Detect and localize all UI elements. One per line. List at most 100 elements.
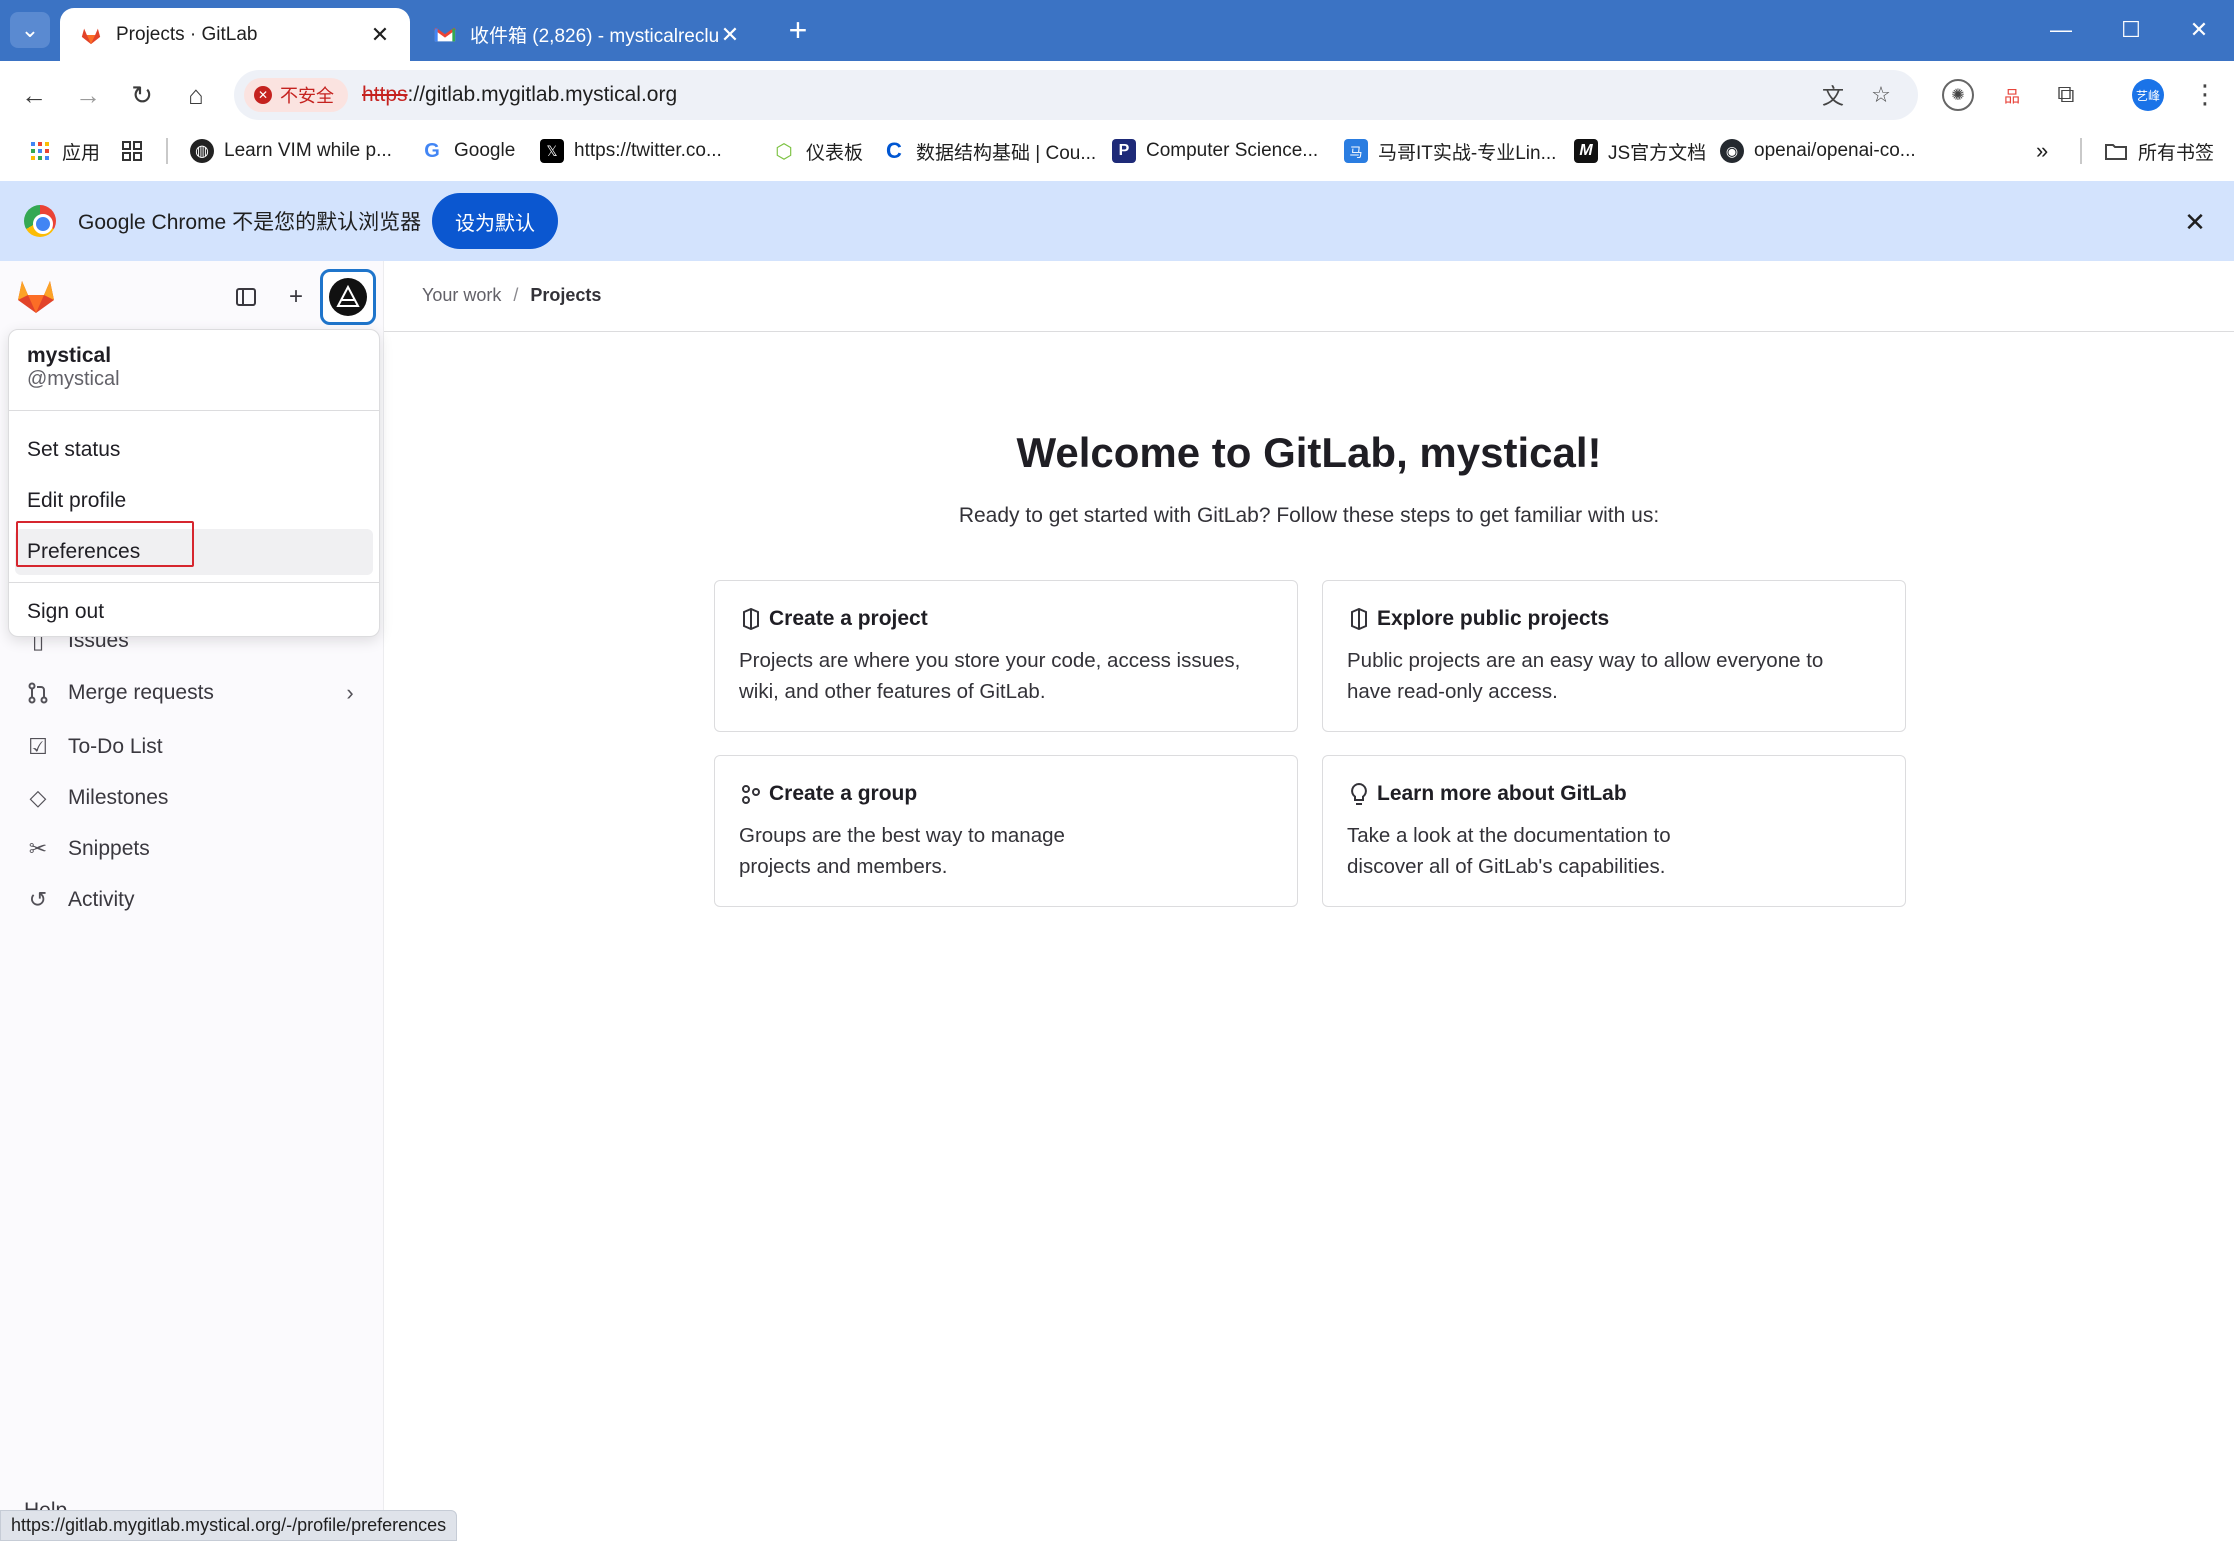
- profile-avatar[interactable]: 艺峰: [2132, 79, 2164, 111]
- bookmark-computer-science[interactable]: P Computer Science...: [1112, 135, 1318, 167]
- bookmark-js-docs[interactable]: M JS官方文档: [1574, 135, 1706, 167]
- sidebar-item-milestones[interactable]: ◇ Milestones: [24, 776, 169, 820]
- bookmark-tab-groups[interactable]: [120, 135, 154, 167]
- project-icon: [739, 607, 763, 631]
- p-icon: P: [1112, 139, 1136, 163]
- bookmark-label: openai/openai-co...: [1754, 140, 1916, 161]
- sidebar-item-snippets[interactable]: ✂ Snippets: [24, 827, 150, 871]
- home-icon[interactable]: ⌂: [176, 75, 216, 115]
- card-title: Create a project: [769, 607, 928, 630]
- url-text[interactable]: https://gitlab.mygitlab.mystical.org: [362, 83, 677, 107]
- reload-icon[interactable]: ↻: [122, 75, 162, 115]
- bookmark-label: Learn VIM while p...: [224, 140, 392, 161]
- bookmark-label: Google: [454, 140, 516, 161]
- bookmark-divider: [166, 138, 168, 164]
- card-explore-public-projects[interactable]: Explore public projects Public projects …: [1322, 580, 1906, 732]
- extensions-puzzle-icon[interactable]: ⧉: [2050, 79, 2082, 111]
- scissors-icon: ✂: [28, 836, 48, 861]
- close-icon[interactable]: ✕: [368, 22, 392, 48]
- divider: [9, 582, 379, 583]
- extension-sitemap-icon[interactable]: 品: [1996, 79, 2028, 111]
- sidebar-item-activity[interactable]: ↺ Activity: [24, 878, 135, 922]
- card-create-group[interactable]: Create a group Groups are the best way t…: [714, 755, 1298, 907]
- tab-title: 收件箱 (2,826) - mysticalreclu: [470, 26, 718, 47]
- star-bookmark-icon[interactable]: ☆: [1866, 80, 1896, 110]
- card-title: Learn more about GitLab: [1377, 782, 1627, 805]
- set-default-button[interactable]: 设为默认: [432, 193, 558, 249]
- address-bar[interactable]: ✕ 不安全 https://gitlab.mygitlab.mystical.o…: [234, 70, 1918, 120]
- avatar: [329, 278, 367, 316]
- close-icon[interactable]: ✕: [718, 22, 742, 48]
- sidebar-item-merge-requests[interactable]: Merge requests: [24, 671, 214, 715]
- card-description: Public projects are an easy way to allow…: [1347, 649, 1824, 703]
- card-learn-more-gitlab[interactable]: Learn more about GitLab Take a look at t…: [1322, 755, 1906, 907]
- project-icon: [1347, 607, 1371, 631]
- sidebar: + ▯ Issues Merge requests › ☑ To-Do List…: [0, 261, 384, 1541]
- close-window-icon[interactable]: ✕: [2166, 8, 2232, 52]
- bookmark-github-openai[interactable]: ◉ openai/openai-co...: [1720, 135, 1916, 167]
- chevron-right-icon[interactable]: ›: [340, 671, 360, 715]
- back-arrow-icon[interactable]: ←: [14, 75, 54, 115]
- globe-icon: ◍: [190, 139, 214, 163]
- gitlab-logo[interactable]: [14, 273, 62, 321]
- tab-title: Projects · GitLab: [116, 23, 258, 45]
- sidebar-item-label: To-Do List: [68, 735, 163, 758]
- bookmark-coursera[interactable]: C 数据结构基础 | Cou...: [882, 135, 1096, 167]
- breadcrumb-projects[interactable]: Projects: [530, 285, 601, 306]
- create-new-plus-icon[interactable]: +: [276, 277, 316, 317]
- bookmark-label: 所有书签: [2138, 142, 2215, 164]
- browser-tabstrip: ⌄ Projects · GitLab ✕ 收件箱 (2,826) - myst…: [0, 0, 2234, 61]
- preferences-highlight: [16, 521, 194, 567]
- breadcrumb: Your work / Projects: [422, 285, 601, 306]
- bookmark-label: 应用: [62, 142, 101, 164]
- security-chip[interactable]: ✕ 不安全: [244, 78, 348, 112]
- new-tab-button[interactable]: +: [780, 12, 816, 48]
- user-avatar-button[interactable]: [320, 269, 376, 325]
- maximize-icon[interactable]: ☐: [2098, 8, 2164, 52]
- card-create-project[interactable]: Create a project Projects are where you …: [714, 580, 1298, 732]
- extension-compass-icon[interactable]: ✺: [1942, 79, 1974, 111]
- apps-grid-icon: [28, 139, 52, 163]
- sidebar-toggle-icon[interactable]: [226, 277, 266, 317]
- google-icon: G: [424, 139, 440, 162]
- minimize-icon[interactable]: —: [2028, 8, 2094, 52]
- more-bookmarks-chevron-icon[interactable]: »: [2036, 135, 2048, 167]
- translate-icon[interactable]: 文: [1818, 80, 1848, 110]
- sidebar-item-todo[interactable]: ☑ To-Do List: [24, 725, 163, 769]
- all-bookmarks-folder[interactable]: 所有书签: [2104, 135, 2214, 167]
- bookmark-magedu[interactable]: 马 马哥IT实战-专业Lin...: [1344, 135, 1556, 167]
- sidebar-item-label: Merge requests: [68, 681, 214, 704]
- default-browser-infobar: Google Chrome 不是您的默认浏览器 设为默认 ✕: [0, 181, 2234, 261]
- gmail-icon: [432, 22, 458, 48]
- user-handle: @mystical: [27, 368, 120, 390]
- divider: [384, 331, 2234, 332]
- x-icon: 𝕏: [540, 139, 564, 163]
- bookmark-learn-vim[interactable]: ◍ Learn VIM while p...: [190, 135, 392, 167]
- bookmark-dashboard[interactable]: ⬡ 仪表板: [772, 135, 863, 167]
- close-icon[interactable]: ✕: [2178, 205, 2212, 239]
- card-title: Create a group: [769, 782, 918, 805]
- breadcrumb-your-work[interactable]: Your work: [422, 285, 501, 306]
- more-vert-icon[interactable]: ⋮: [2190, 76, 2220, 112]
- forward-arrow-icon[interactable]: →: [68, 75, 108, 115]
- bookmark-google[interactable]: G Google: [420, 135, 515, 167]
- bookmark-label: 仪表板: [806, 142, 864, 164]
- card-description: Take a look at the documentation to disc…: [1347, 824, 1671, 878]
- bookmark-twitter[interactable]: 𝕏 https://twitter.co...: [540, 135, 722, 167]
- tab-search-button[interactable]: ⌄: [10, 12, 50, 48]
- divider: [9, 410, 379, 411]
- page-title: Welcome to GitLab, mystical!: [1016, 429, 1602, 476]
- tab-gmail[interactable]: 收件箱 (2,826) - mysticalreclu ✕: [414, 8, 760, 61]
- card-description: Groups are the best way to manage projec…: [739, 824, 1065, 878]
- warning-icon: ✕: [254, 86, 272, 104]
- todo-checkbox-icon: ☑: [28, 734, 48, 759]
- breadcrumb-separator: /: [513, 285, 519, 305]
- milestone-diamond-icon: ◇: [29, 785, 47, 810]
- browser-navbar: ← → ↻ ⌂ ✕ 不安全 https://gitlab.mygitlab.my…: [0, 61, 2234, 129]
- menu-item-sign-out[interactable]: Sign out: [15, 589, 373, 635]
- bookmark-label: Computer Science...: [1146, 140, 1319, 161]
- tab-gitlab-projects[interactable]: Projects · GitLab ✕: [60, 8, 410, 61]
- bookmark-apps[interactable]: 应用: [28, 135, 100, 167]
- menu-item-set-status[interactable]: Set status: [15, 427, 373, 473]
- menu-item-edit-profile[interactable]: Edit profile: [15, 478, 373, 524]
